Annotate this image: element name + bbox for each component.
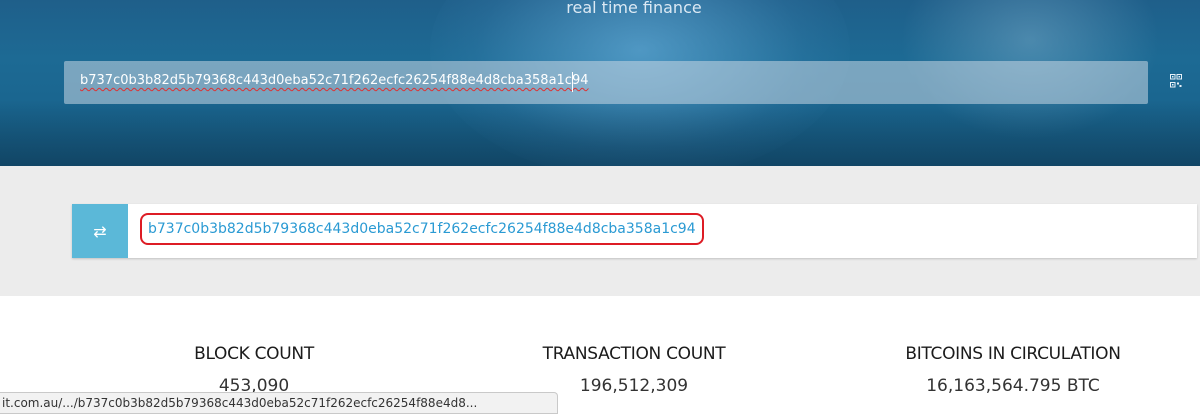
search-field[interactable]: b737c0b3b82d5b79368c443d0eba52c71f262ecf… <box>64 61 1148 104</box>
hero-shade <box>0 100 1200 166</box>
stat-label: BLOCK COUNT <box>194 344 314 364</box>
site-tagline: real time finance <box>566 0 702 17</box>
stat-label: TRANSACTION COUNT <box>542 344 726 364</box>
text-caret <box>572 72 573 92</box>
browser-status-bar: it.com.au/.../b737c0b3b82d5b79368c443d0e… <box>0 392 558 414</box>
hero-banner: real time finance b737c0b3b82d5b79368c44… <box>0 0 1200 166</box>
transfer-arrows-icon: ⇄ <box>72 204 128 258</box>
search-input[interactable]: b737c0b3b82d5b79368c443d0eba52c71f262ecf… <box>80 73 589 88</box>
stat-transaction-count: TRANSACTION COUNT 196,512,309 <box>484 344 784 396</box>
transaction-hash-link[interactable]: b737c0b3b82d5b79368c443d0eba52c71f262ecf… <box>140 213 704 245</box>
stat-label: BITCOINS IN CIRCULATION <box>905 344 1121 364</box>
qr-code-icon[interactable] <box>1170 74 1182 88</box>
stat-bitcoins-in-circulation: BITCOINS IN CIRCULATION 16,163,564.795 B… <box>863 344 1163 396</box>
result-card: ⇄ b737c0b3b82d5b79368c443d0eba52c71f262e… <box>72 204 1197 258</box>
stat-block-count: BLOCK COUNT 453,090 <box>104 344 404 396</box>
stat-value: 16,163,564.795 BTC <box>926 376 1100 396</box>
